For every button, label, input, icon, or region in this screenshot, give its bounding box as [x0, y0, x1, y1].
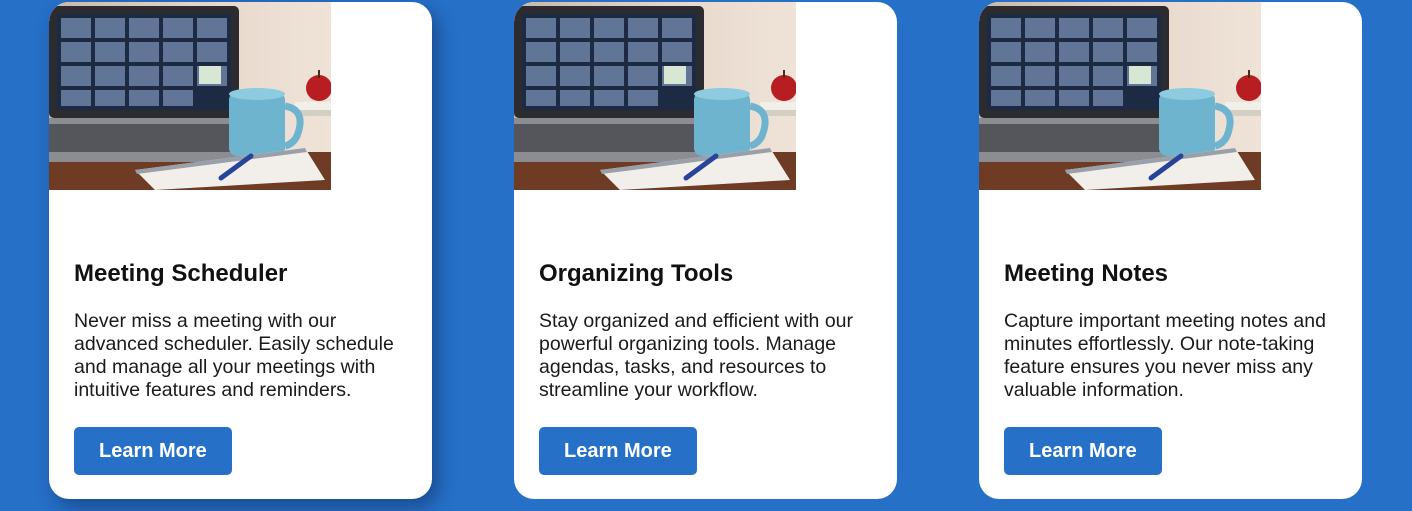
card-description: Never miss a meeting with our advanced s… — [74, 310, 394, 401]
learn-more-button[interactable]: Learn More — [74, 427, 232, 475]
card-description: Stay organized and efficient with our po… — [539, 310, 853, 401]
laptop-video-call-photo — [514, 2, 796, 190]
laptop-video-call-photo — [979, 2, 1261, 190]
learn-more-button[interactable]: Learn More — [539, 427, 697, 475]
card-title: Meeting Notes — [1004, 260, 1169, 287]
feature-card-organizing-tools: Organizing Tools Stay organized and effi… — [514, 2, 897, 499]
feature-card-meeting-notes: Meeting Notes Capture important meeting … — [979, 2, 1362, 499]
card-title: Organizing Tools — [539, 260, 734, 287]
feature-card-meeting-scheduler: Meeting Scheduler Never miss a meeting w… — [49, 2, 432, 499]
feature-cards: Meeting Scheduler Never miss a meeting w… — [0, 0, 1412, 511]
learn-more-button[interactable]: Learn More — [1004, 427, 1162, 475]
card-title: Meeting Scheduler — [74, 260, 288, 287]
card-description: Capture important meeting notes and minu… — [1004, 310, 1326, 401]
laptop-video-call-photo — [49, 2, 331, 190]
